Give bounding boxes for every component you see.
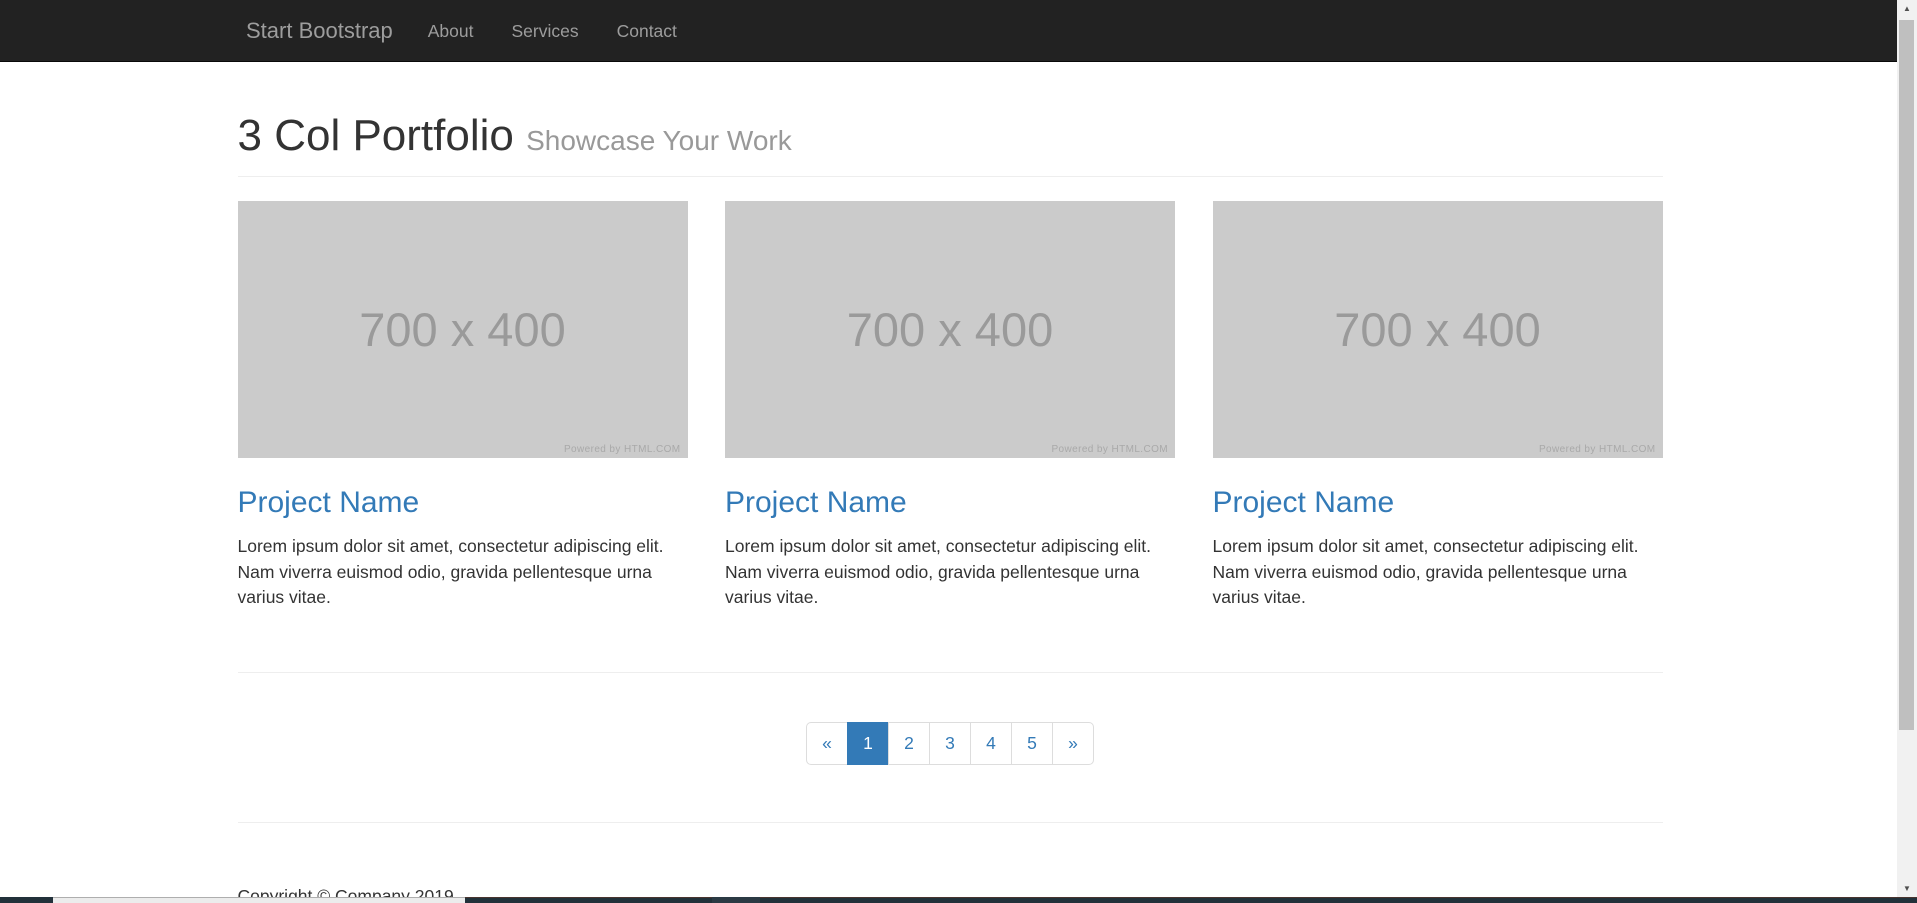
- pagination-next-button[interactable]: »: [1052, 722, 1094, 765]
- nav-item-services: Services: [492, 0, 597, 62]
- project-image-placeholder: 700 x 400 Powered by HTML.COM: [238, 201, 688, 458]
- project-image-placeholder: 700 x 400 Powered by HTML.COM: [725, 201, 1175, 458]
- pagination-page-1-button[interactable]: 1: [847, 722, 889, 765]
- pagination-page-2-button[interactable]: 2: [888, 722, 930, 765]
- divider: [238, 822, 1663, 823]
- pagination-item: 3: [929, 722, 971, 765]
- page-header: 3 Col Portfolio Showcase Your Work: [238, 112, 1663, 177]
- nav-item-about: About: [409, 0, 493, 62]
- portfolio-card-3: 700 x 400 Powered by HTML.COM Project Na…: [1213, 201, 1663, 611]
- project-description: Lorem ipsum dolor sit amet, consectetur …: [238, 534, 688, 611]
- bottom-edge-strip: [0, 897, 1917, 903]
- nav-link-services[interactable]: Services: [492, 0, 597, 62]
- vertical-scrollbar[interactable]: ▲ ▼: [1897, 0, 1917, 903]
- project-description: Lorem ipsum dolor sit amet, consectetur …: [725, 534, 1175, 611]
- image-watermark: Powered by HTML.COM: [564, 444, 681, 455]
- portfolio-card-2: 700 x 400 Powered by HTML.COM Project Na…: [725, 201, 1175, 611]
- pagination-page-5-button[interactable]: 5: [1011, 722, 1053, 765]
- project-title-heading: Project Name: [238, 486, 688, 519]
- pagination-wrap: « 1 2 3 4 5 »: [238, 722, 1663, 765]
- nav-link-about[interactable]: About: [409, 0, 493, 62]
- bottom-strip-dark-left: [0, 897, 53, 903]
- nav-link-contact[interactable]: Contact: [598, 0, 696, 62]
- project-name-link[interactable]: Project Name: [238, 486, 420, 519]
- pagination-page-3-button[interactable]: 3: [929, 722, 971, 765]
- placeholder-size-label: 700 x 400: [1334, 302, 1540, 357]
- pagination: « 1 2 3 4 5 »: [806, 722, 1094, 765]
- pagination-prev-button[interactable]: «: [806, 722, 848, 765]
- image-watermark: Powered by HTML.COM: [1539, 444, 1656, 455]
- portfolio-card-1: 700 x 400 Powered by HTML.COM Project Na…: [238, 201, 688, 611]
- pagination-item: 2: [888, 722, 930, 765]
- placeholder-size-label: 700 x 400: [359, 302, 565, 357]
- project-image-placeholder: 700 x 400 Powered by HTML.COM: [1213, 201, 1663, 458]
- placeholder-size-label: 700 x 400: [847, 302, 1053, 357]
- project-title-heading: Project Name: [725, 486, 1175, 519]
- pagination-item: 4: [970, 722, 1012, 765]
- scroll-down-icon: ▼: [1903, 885, 1911, 893]
- scrollbar-thumb[interactable]: [1899, 20, 1914, 730]
- project-name-link[interactable]: Project Name: [725, 486, 907, 519]
- portfolio-row: 700 x 400 Powered by HTML.COM Project Na…: [238, 201, 1663, 611]
- bottom-strip-dark-right: [465, 897, 1917, 903]
- page-title-text: 3 Col Portfolio: [238, 111, 514, 160]
- page-title: 3 Col Portfolio Showcase Your Work: [238, 112, 1663, 160]
- image-watermark: Powered by HTML.COM: [1051, 444, 1168, 455]
- page-subtitle: Showcase Your Work: [526, 125, 792, 156]
- navbar-nav: About Services Contact: [409, 0, 696, 62]
- pagination-item: 5: [1011, 722, 1053, 765]
- pagination-page-4-button[interactable]: 4: [970, 722, 1012, 765]
- nav-item-contact: Contact: [598, 0, 696, 62]
- scrollbar-down-button[interactable]: ▼: [1897, 880, 1917, 897]
- bottom-strip-patch: [712, 897, 760, 903]
- divider: [238, 672, 1663, 673]
- scrollbar-up-button[interactable]: ▲: [1897, 0, 1917, 17]
- pagination-item: »: [1052, 722, 1094, 765]
- project-title-heading: Project Name: [1213, 486, 1663, 519]
- project-name-link[interactable]: Project Name: [1213, 486, 1395, 519]
- top-navbar: Start Bootstrap About Services Contact: [0, 0, 1917, 62]
- bottom-strip-light-segment: [53, 897, 465, 903]
- navbar-brand[interactable]: Start Bootstrap: [246, 18, 393, 44]
- pagination-item: «: [806, 722, 848, 765]
- project-description: Lorem ipsum dolor sit amet, consectetur …: [1213, 534, 1663, 611]
- scroll-up-icon: ▲: [1903, 5, 1911, 13]
- pagination-item-active: 1: [847, 722, 889, 765]
